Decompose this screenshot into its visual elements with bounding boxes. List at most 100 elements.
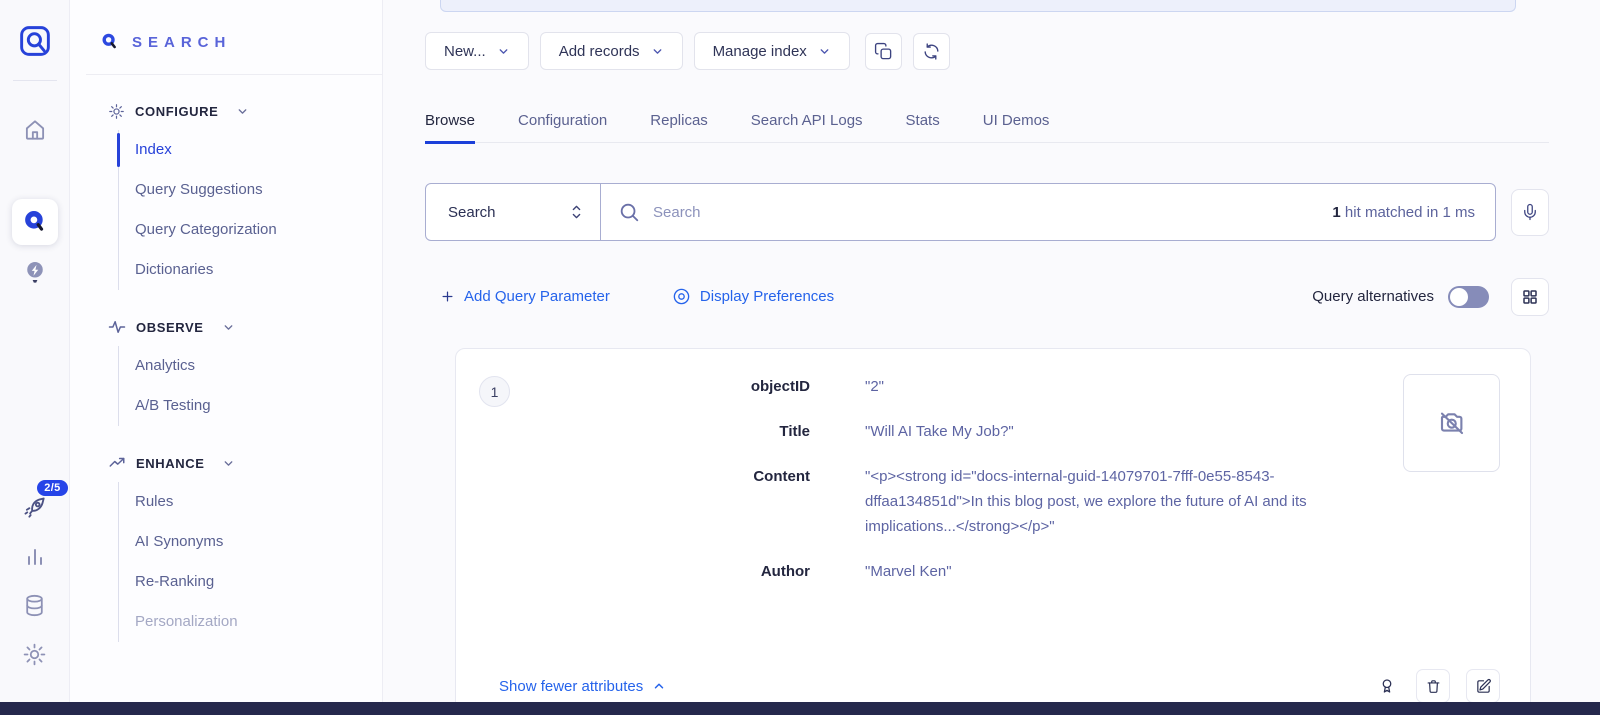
show-fewer-label: Show fewer attributes	[499, 678, 643, 695]
sidebar-item-analytics[interactable]: Analytics	[119, 346, 382, 386]
sort-chevrons-icon	[569, 202, 584, 222]
toolbar: New... Add records Manage index	[425, 32, 1549, 70]
layout-grid-button[interactable]	[1511, 278, 1549, 316]
recommend-product-icon[interactable]	[22, 259, 48, 287]
record-card: 1 objectID "2" Title "Will AI Take My Jo…	[455, 348, 1531, 715]
field-label: Author	[510, 559, 810, 584]
grid-icon	[1521, 288, 1539, 306]
query-alternatives-label: Query alternatives	[1312, 288, 1434, 305]
tab-search-api-logs[interactable]: Search API Logs	[751, 102, 863, 142]
award-icon	[1378, 677, 1396, 695]
section-enhance-label: ENHANCE	[136, 456, 204, 471]
product-title: SEARCH	[70, 32, 382, 52]
field-label: Title	[510, 419, 810, 444]
toggle-knob	[1450, 288, 1468, 306]
settings-rail-icon[interactable]	[22, 642, 47, 667]
main-content: New... Add records Manage index	[383, 0, 1600, 715]
search-bar: Search 1 hit matched in 1 ms	[425, 183, 1496, 241]
copy-icon	[874, 42, 893, 61]
tabbar: Browse Configuration Replicas Search API…	[425, 102, 1549, 143]
add-query-parameter-link[interactable]: Add Query Parameter	[440, 288, 610, 305]
sidebar-item-rules[interactable]: Rules	[119, 482, 382, 522]
search-icon	[618, 201, 640, 223]
sidebar-item-query-categorization[interactable]: Query Categorization	[119, 210, 382, 250]
display-preferences-label: Display Preferences	[700, 288, 834, 305]
tab-ui-demos[interactable]: UI Demos	[983, 102, 1050, 142]
gear-icon	[108, 103, 125, 120]
edit-icon	[1475, 678, 1492, 695]
section-configure[interactable]: CONFIGURE	[70, 103, 382, 120]
chevron-down-icon	[497, 45, 510, 58]
tab-replicas[interactable]: Replicas	[650, 102, 708, 142]
chevron-down-icon	[818, 45, 831, 58]
chevron-down-icon	[651, 45, 664, 58]
copy-index-button[interactable]	[865, 33, 902, 70]
sidebar-item-query-suggestions[interactable]: Query Suggestions	[119, 170, 382, 210]
promote-record-button[interactable]	[1374, 673, 1400, 699]
field-value: "Marvel Ken"	[865, 559, 952, 584]
product-title-label: SEARCH	[132, 34, 231, 51]
sidebar-item-index[interactable]: Index	[119, 130, 382, 170]
chevron-down-icon	[236, 105, 249, 118]
field-row-objectid: objectID "2"	[510, 374, 1350, 399]
search-title-icon	[100, 32, 120, 52]
field-value: "2"	[865, 374, 884, 399]
data-rail-icon[interactable]	[22, 593, 47, 618]
add-records-button[interactable]: Add records	[540, 32, 683, 70]
sidebar-item-ai-synonyms[interactable]: AI Synonyms	[119, 522, 382, 562]
bottom-window-edge	[0, 702, 1600, 715]
new-button-label: New...	[444, 43, 486, 60]
chevron-down-icon	[222, 457, 235, 470]
section-observe[interactable]: OBSERVE	[70, 318, 382, 336]
sidebar: SEARCH CONFIGURE Index Query Suggestions…	[70, 0, 383, 715]
home-icon[interactable]	[22, 117, 48, 143]
section-enhance[interactable]: ENHANCE	[70, 454, 382, 472]
sidebar-item-ab-testing[interactable]: A/B Testing	[119, 386, 382, 426]
new-button[interactable]: New...	[425, 32, 529, 70]
sidebar-divider	[86, 74, 382, 75]
field-row-content: Content "<p><strong id="docs-internal-gu…	[510, 464, 1350, 539]
manage-index-button[interactable]: Manage index	[694, 32, 850, 70]
microphone-icon	[1521, 203, 1539, 221]
tab-stats[interactable]: Stats	[906, 102, 940, 142]
chevron-down-icon	[222, 321, 235, 334]
activity-icon	[108, 318, 126, 336]
sidebar-item-re-ranking[interactable]: Re-Ranking	[119, 562, 382, 602]
add-records-label: Add records	[559, 43, 640, 60]
query-alternatives-toggle[interactable]	[1448, 286, 1489, 308]
edit-record-button[interactable]	[1466, 669, 1500, 703]
search-input[interactable]	[653, 204, 1332, 221]
rail-divider	[13, 80, 57, 81]
sidebar-item-personalization[interactable]: Personalization	[119, 602, 382, 642]
algolia-logo[interactable]	[18, 24, 52, 58]
delete-record-button[interactable]	[1416, 669, 1450, 703]
section-observe-label: OBSERVE	[136, 320, 204, 335]
field-row-author: Author "Marvel Ken"	[510, 559, 1350, 584]
plus-icon	[440, 289, 455, 304]
section-configure-label: CONFIGURE	[135, 104, 218, 119]
voice-search-button[interactable]	[1511, 189, 1549, 236]
query-params-row: Add Query Parameter Display Preferences …	[425, 281, 1549, 312]
search-scope-select[interactable]: Search	[426, 184, 601, 240]
upgrade-rocket-icon[interactable]: 2/5	[22, 495, 48, 521]
record-card-footer: Show fewer attributes	[499, 669, 1500, 703]
index-selector-remnant	[440, 0, 1516, 12]
field-value: "<p><strong id="docs-internal-guid-14079…	[865, 464, 1350, 539]
show-fewer-attributes-link[interactable]: Show fewer attributes	[499, 678, 666, 695]
tab-configuration[interactable]: Configuration	[518, 102, 607, 142]
search-product-icon[interactable]	[12, 199, 58, 245]
refresh-icon	[922, 42, 941, 61]
field-value: "Will AI Take My Job?"	[865, 419, 1014, 444]
chevron-up-icon	[652, 679, 666, 693]
manage-index-label: Manage index	[713, 43, 807, 60]
record-rank-badge: 1	[479, 376, 510, 407]
tab-browse[interactable]: Browse	[425, 102, 475, 142]
sidebar-item-dictionaries[interactable]: Dictionaries	[119, 250, 382, 290]
refresh-button[interactable]	[913, 33, 950, 70]
field-row-title: Title "Will AI Take My Job?"	[510, 419, 1350, 444]
analytics-rail-icon[interactable]	[23, 545, 47, 569]
display-preferences-link[interactable]: Display Preferences	[672, 287, 834, 306]
field-label: Content	[510, 464, 810, 539]
image-placeholder	[1403, 374, 1500, 472]
eye-icon	[672, 287, 691, 306]
